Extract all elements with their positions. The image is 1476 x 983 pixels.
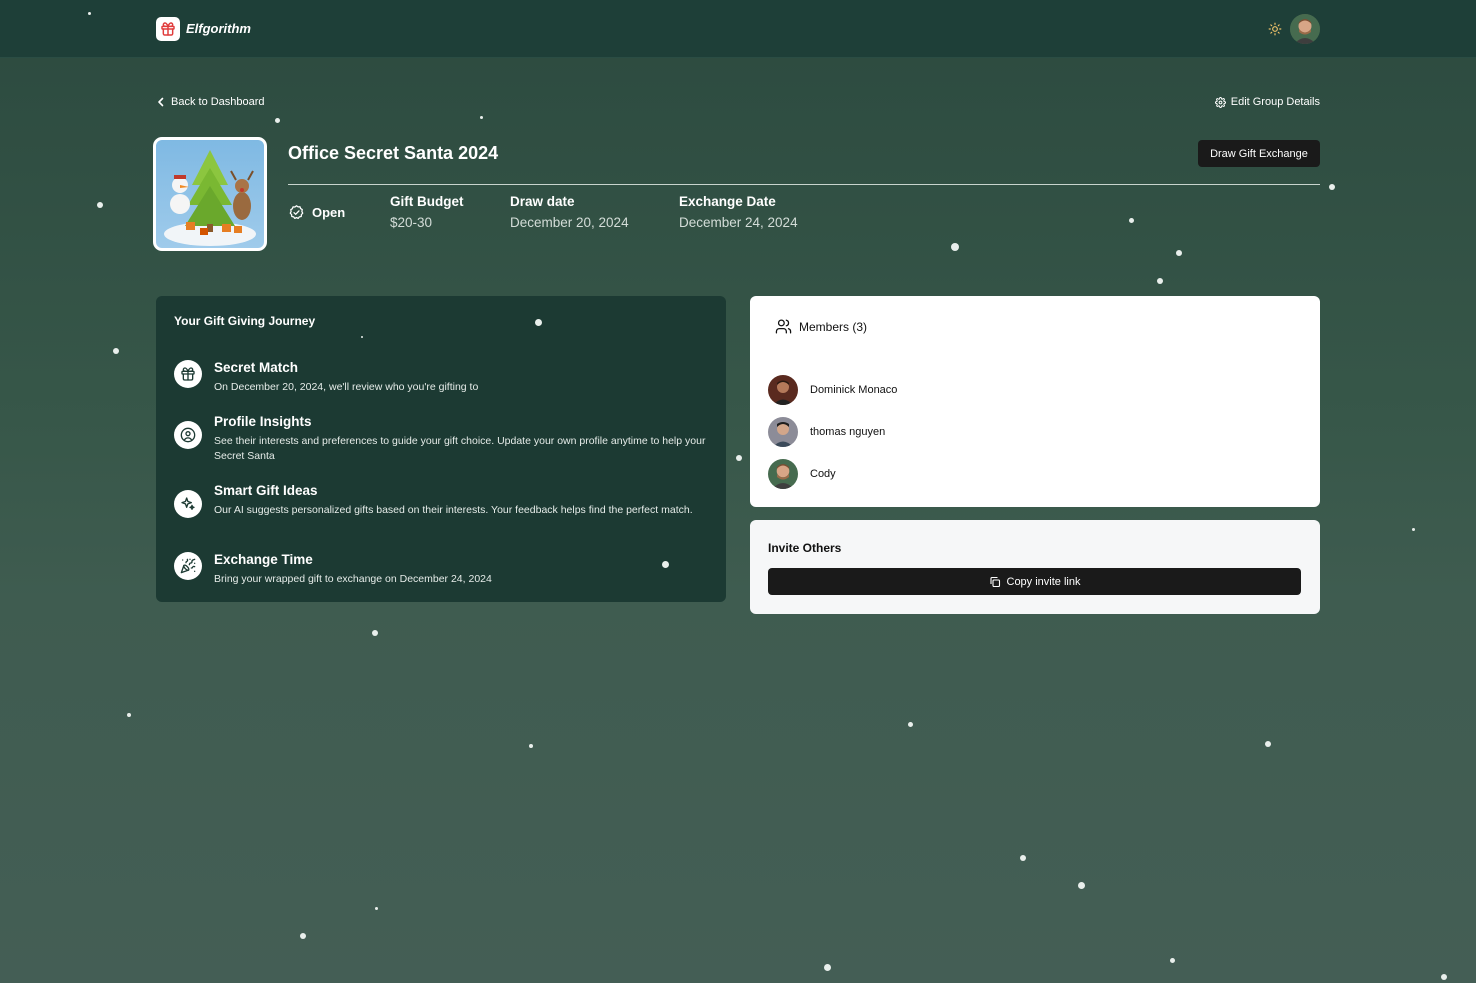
snowflake (662, 561, 669, 568)
meta-value: December 24, 2024 (679, 215, 798, 230)
app-logo[interactable] (156, 17, 180, 41)
snowflake (1176, 250, 1182, 256)
group-image (153, 137, 267, 251)
members-header: Members (3) (774, 318, 867, 335)
meta-gift-budget: Gift Budget $20-30 (390, 194, 464, 230)
snowflake (908, 722, 913, 727)
gear-icon (1214, 96, 1226, 108)
copy-icon (989, 576, 1000, 587)
sparkles-icon (174, 490, 202, 518)
header-divider (288, 184, 1320, 185)
step-title: Smart Gift Ideas (214, 483, 318, 498)
snowflake (1412, 528, 1415, 531)
snowflake (1441, 974, 1447, 980)
meta-exchange-date: Exchange Date December 24, 2024 (679, 194, 798, 230)
snowflake (736, 455, 742, 461)
edit-group-details-link[interactable]: Edit Group Details (1214, 96, 1320, 108)
party-popper-icon (174, 552, 202, 580)
snowflake (1129, 218, 1134, 223)
member-name: Cody (810, 468, 836, 480)
snowflake (1157, 278, 1163, 284)
snowflake (1170, 958, 1175, 963)
snowflake (1265, 741, 1271, 747)
status-badge: Open (288, 204, 345, 221)
user-circle-icon (174, 421, 202, 449)
step-description: Bring your wrapped gift to exchange on D… (214, 573, 492, 585)
invite-title: Invite Others (768, 541, 842, 555)
snowflake (88, 12, 91, 15)
snowflake (300, 933, 306, 939)
member-name: thomas nguyen (810, 426, 886, 438)
snowflake (97, 202, 103, 208)
journey-title: Your Gift Giving Journey (174, 314, 316, 328)
member-item[interactable]: thomas nguyen (768, 417, 885, 447)
member-item[interactable]: Cody (768, 459, 836, 489)
snowflake (1020, 855, 1026, 861)
snowflake (275, 118, 280, 123)
meta-draw-date: Draw date December 20, 2024 (510, 194, 629, 230)
chevron-left-icon (158, 97, 164, 107)
edit-link-label: Edit Group Details (1230, 96, 1320, 108)
step-description: On December 20, 2024, we'll review who y… (214, 381, 479, 393)
member-avatar (768, 459, 798, 489)
back-to-dashboard-link[interactable]: Back to Dashboard (157, 96, 265, 108)
snowflake (375, 907, 378, 910)
snowflake (529, 744, 533, 748)
gift-journey-card: Your Gift Giving Journey Secret Match On… (156, 296, 726, 602)
group-title: Office Secret Santa 2024 (288, 143, 499, 163)
copy-invite-link-button[interactable]: Copy invite link (768, 568, 1301, 595)
copy-button-label: Copy invite link (1006, 575, 1081, 588)
meta-label: Draw date (510, 194, 575, 209)
meta-label: Gift Budget (390, 194, 464, 209)
members-title: Members (3) (799, 319, 868, 334)
snowflake (1329, 184, 1335, 190)
step-title: Secret Match (214, 360, 299, 375)
members-card: Members (3) Dominick Monaco thomas nguye… (750, 296, 1320, 507)
member-avatar (768, 375, 798, 405)
meta-label: Exchange Date (679, 194, 776, 209)
snowflake (480, 116, 483, 119)
snowflake (824, 964, 831, 971)
gift-icon (174, 360, 202, 388)
top-navbar: Elfgorithm (0, 0, 1476, 58)
gift-logo-icon (161, 22, 175, 36)
member-avatar (768, 417, 798, 447)
invite-card: Invite Others Copy invite link (750, 520, 1320, 614)
app-name[interactable]: Elfgorithm (186, 21, 251, 36)
step-title: Profile Insights (214, 414, 312, 429)
snowflake (535, 319, 542, 326)
meta-value: December 20, 2024 (510, 215, 629, 230)
users-icon (775, 319, 792, 334)
step-title: Exchange Time (214, 552, 313, 567)
meta-value: $20-30 (390, 215, 433, 230)
check-circle-icon (289, 205, 304, 220)
snowflake (127, 713, 131, 717)
user-avatar[interactable] (1290, 14, 1320, 44)
snowflake (372, 630, 378, 636)
snowflake (361, 336, 363, 338)
snowflake (113, 348, 119, 354)
step-description: See their interests and preferences to g… (214, 435, 706, 462)
member-name: Dominick Monaco (810, 384, 898, 396)
member-item[interactable]: Dominick Monaco (768, 375, 897, 405)
snowflake (1078, 882, 1085, 889)
back-link-label: Back to Dashboard (171, 96, 265, 108)
theme-toggle-sun-icon[interactable] (1268, 22, 1282, 36)
step-description: Our AI suggests personalized gifts based… (214, 504, 693, 516)
snowflake (951, 243, 959, 251)
status-label: Open (312, 205, 346, 220)
draw-gift-exchange-button[interactable]: Draw Gift Exchange (1198, 140, 1320, 167)
